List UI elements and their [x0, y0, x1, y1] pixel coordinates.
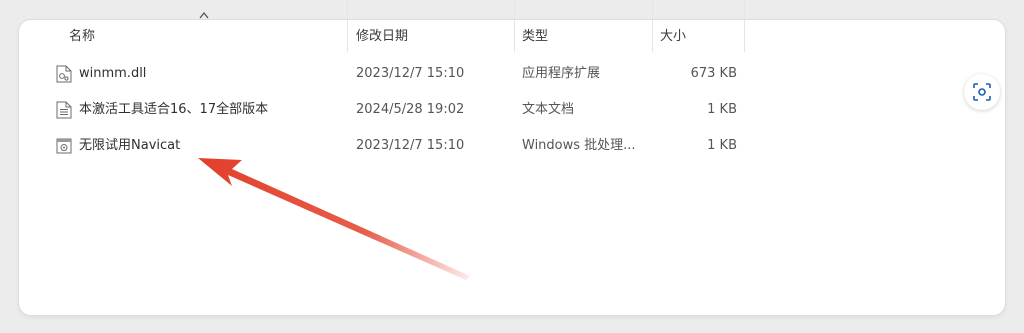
file-name: 无限试用Navicat [79, 138, 181, 153]
column-size-header[interactable]: 大小 [654, 22, 744, 52]
file-size: 673 KB [690, 66, 737, 81]
file-type: 应用程序扩展 [522, 66, 601, 81]
column-divider[interactable] [652, 0, 653, 52]
screen-scan-button[interactable] [964, 74, 1000, 110]
column-divider[interactable] [744, 0, 745, 52]
file-modified-date: 2024/5/28 19:02 [356, 102, 465, 117]
file-row-navicat-batch[interactable]: 无限试用Navicat 2023/12/7 15:10 Windows 批处理.… [31, 128, 1005, 164]
column-date-header[interactable]: 修改日期 [350, 22, 514, 52]
column-type-header[interactable]: 类型 [516, 22, 652, 52]
file-name: 本激活工具适合16、17全部版本 [79, 102, 269, 117]
column-divider[interactable] [347, 0, 348, 52]
column-header: 名称 修改日期 类型 大小 [31, 0, 1005, 52]
dll-file-icon [56, 65, 72, 83]
file-list-pane: 名称 修改日期 类型 大小 winmm.dll 2023/12/7 15:10 … [31, 0, 1005, 333]
file-name: winmm.dll [79, 66, 147, 81]
scan-icon [973, 83, 991, 101]
column-divider[interactable] [514, 0, 515, 52]
batch-file-icon [56, 138, 72, 154]
file-modified-date: 2023/12/7 15:10 [356, 138, 465, 153]
file-row-winmm-dll[interactable]: winmm.dll 2023/12/7 15:10 应用程序扩展 673 KB [31, 56, 1005, 92]
file-type: 文本文档 [522, 102, 575, 117]
file-type: Windows 批处理... [522, 138, 636, 153]
text-document-icon [56, 101, 72, 119]
file-size: 1 KB [707, 138, 737, 153]
file-modified-date: 2023/12/7 15:10 [356, 66, 465, 81]
file-row-text-document[interactable]: 本激活工具适合16、17全部版本 2024/5/28 19:02 文本文档 1 … [31, 92, 1005, 128]
sort-ascending-icon[interactable] [198, 10, 210, 20]
column-name-header[interactable]: 名称 [63, 22, 349, 52]
file-size: 1 KB [707, 102, 737, 117]
